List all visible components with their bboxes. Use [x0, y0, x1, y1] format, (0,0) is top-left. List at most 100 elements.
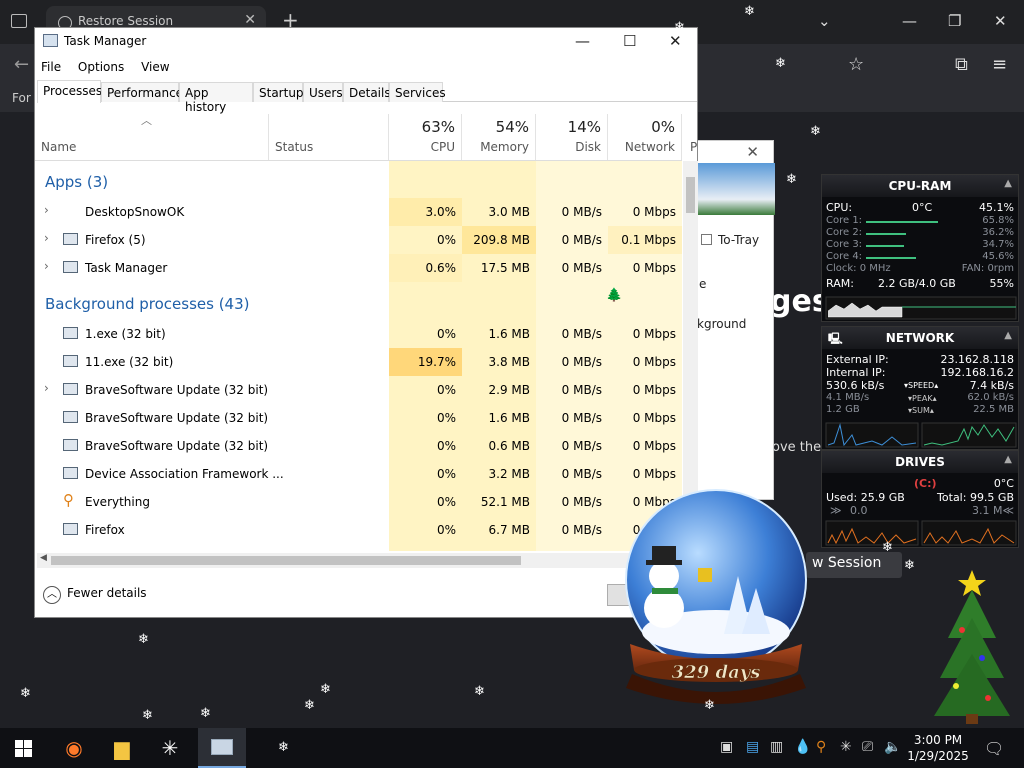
disk-cell: 0 MB/s [561, 261, 602, 275]
cpu-cell: 0.6% [425, 261, 457, 275]
snowflake-icon: ❄ [786, 172, 797, 187]
table-row[interactable]: ⚲ Everything 0% 52.1 MB 0 MB/s 0 Mbps [35, 488, 682, 516]
start-button[interactable] [15, 740, 32, 757]
table-row[interactable]: 1.exe (32 bit) 0% 1.6 MB 0 MB/s 0 Mbps [35, 320, 682, 348]
snowflake-app-icon: ✳ [63, 200, 77, 219]
table-row[interactable]: BraveSoftware Update (32 bit) 0% 1.6 MB 0 M… [35, 404, 682, 432]
mem-cell: 1.6 MB [488, 411, 530, 425]
gadget-title: CPU-RAM ▲ [822, 175, 1018, 197]
scroll-left-icon[interactable]: ◀ [40, 553, 47, 563]
chevron-down-icon[interactable]: ⌄ [818, 12, 831, 30]
table-row[interactable]: › ✳ DesktopSnowOK 3.0% 3.0 MB 0 MB/s 0 Mbps [35, 198, 682, 226]
system-clock[interactable]: 3:00 PM 1/29/2025 [906, 732, 970, 764]
snowflake-icon: ❄ [904, 558, 915, 573]
mem-cell: 2.9 MB [488, 383, 530, 397]
sort-up-icon: ︿ [141, 114, 152, 127]
window-title: Task Manager [43, 34, 146, 48]
core-row: Core 2: 36.2% [822, 227, 1018, 239]
file-explorer-icon[interactable]: ▆ [98, 728, 146, 768]
minimize-button[interactable]: — [902, 12, 917, 30]
notification-icon[interactable]: 🗨 [984, 739, 1004, 758]
firefox-taskbar-icon[interactable]: ◉ [50, 728, 98, 768]
tab-users[interactable]: Users [303, 82, 343, 102]
mem-cell: 6.7 MB [488, 523, 530, 537]
close-icon[interactable]: ✕ [746, 143, 759, 161]
menu-view[interactable]: View [141, 60, 169, 74]
browser-tab-title: Restore Session [78, 14, 174, 28]
table-row[interactable]: › Task Manager 0.6% 17.5 MB 0 MB/s 0 Mbps [35, 254, 682, 282]
minimize-button[interactable]: — [575, 32, 590, 50]
fewer-details-button[interactable]: ︿ Fewer details [43, 586, 147, 604]
tab-performance[interactable]: Performance [101, 82, 183, 102]
horizontal-scrollbar[interactable]: ◀ [37, 553, 697, 568]
column-header-power[interactable]: P [682, 114, 698, 160]
table-row[interactable]: › Firefox (5) 0% 209.8 MB 0 MB/s 0.1 Mbps [35, 226, 682, 254]
gadget-title: DRIVES ▲ [822, 451, 1018, 473]
menu-icon[interactable]: ≡ [992, 54, 1007, 75]
net-cell: 0 Mbps [632, 355, 676, 369]
internal-ip-value: 192.168.16.2 [940, 366, 1014, 379]
back-arrow-icon[interactable]: ← [14, 54, 29, 75]
cpu-cell: 3.0% [425, 205, 457, 219]
tab-details[interactable]: Details [343, 82, 391, 102]
everything-search-icon[interactable]: ⚲ [816, 739, 826, 755]
background-group-header[interactable]: Background processes (43) [45, 295, 250, 313]
sum-down: 1.2 GB [826, 404, 860, 415]
column-header-cpu[interactable]: 63% CPU [389, 114, 462, 160]
network-icon[interactable]: ⎚ [862, 739, 873, 755]
volume-icon[interactable]: 🔈 [884, 739, 901, 755]
task-manager-tray-icon[interactable]: ▣ [720, 739, 733, 755]
bookmark-star-icon[interactable]: ☆ [848, 54, 864, 75]
task-manager-taskbar-icon[interactable] [198, 728, 246, 768]
gadget-title-text: NETWORK [885, 331, 955, 345]
process-name: DesktopSnowOK [85, 205, 185, 219]
network-monitor-tray-icon[interactable]: ▥ [770, 739, 783, 755]
collapse-icon[interactable]: ▲ [1004, 330, 1012, 341]
expand-chevron-icon[interactable]: › [44, 203, 49, 217]
scroll-thumb[interactable] [51, 556, 521, 565]
apps-group-header[interactable]: Apps (3) [45, 173, 108, 191]
expand-chevron-icon[interactable]: › [44, 231, 49, 245]
desktop-snow-icon[interactable]: ✳ [146, 728, 194, 768]
table-row[interactable]: 11.exe (32 bit) 19.7% 3.8 MB 0 MB/s 0 Mbps [35, 348, 682, 376]
column-header-network[interactable]: 0% Network [608, 114, 682, 160]
cpu-label: CPU [430, 140, 455, 154]
tab-close-icon[interactable]: ✕ [244, 12, 256, 28]
table-row[interactable]: Device Association Framework ... 0% 3.2 MB… [35, 460, 682, 488]
process-name: Firefox (5) [85, 233, 146, 247]
extensions-icon[interactable]: ⧉ [955, 54, 968, 75]
maximize-button[interactable]: ☐ [623, 32, 636, 50]
collapse-icon[interactable]: ▲ [1004, 178, 1012, 189]
collapse-icon[interactable]: ▲ [1004, 454, 1012, 465]
column-header-memory[interactable]: 54% Memory [462, 114, 536, 160]
restore-button[interactable]: ❐ [948, 12, 961, 30]
water-drop-icon[interactable]: 💧 [794, 739, 811, 755]
task-manager-icon [43, 34, 58, 47]
tab-processes[interactable]: Processes [37, 80, 102, 103]
process-name: Everything [85, 495, 150, 509]
cpu-total: 63% [421, 118, 455, 136]
bookmark-label[interactable]: For [12, 91, 31, 105]
storage-tray-icon[interactable]: ▤ [746, 739, 759, 755]
scroll-thumb[interactable] [686, 177, 695, 213]
expand-chevron-icon[interactable]: › [44, 259, 49, 273]
menu-file[interactable]: File [41, 60, 61, 74]
table-row[interactable]: › BraveSoftware Update (32 bit) 0% 2.9 MB 0 … [35, 376, 682, 404]
core-label: Core 3: [826, 239, 863, 250]
tab-startup[interactable]: Startup [253, 82, 304, 102]
tab-services[interactable]: Services [389, 82, 446, 102]
menu-options[interactable]: Options [78, 60, 124, 74]
tab-list-icon[interactable] [11, 14, 27, 28]
table-row[interactable]: BraveSoftware Update (32 bit) 0% 0.6 MB 0 M… [35, 432, 682, 460]
to-tray-button[interactable]: To-Tray [701, 233, 759, 247]
close-button[interactable]: ✕ [994, 12, 1007, 30]
snow-globe-widget[interactable]: 329 days [612, 484, 822, 714]
snow-tray-icon[interactable]: ✳ [840, 739, 852, 755]
column-header-disk[interactable]: 14% Disk [536, 114, 608, 160]
column-header-name[interactable]: Name [41, 140, 76, 154]
expand-chevron-icon[interactable]: › [44, 381, 49, 395]
table-row[interactable] [35, 544, 682, 551]
snowflake-icon: ❄ [304, 698, 315, 713]
table-row[interactable]: Firefox0%6.7 MB0 MB/s0 Mbps [35, 516, 682, 544]
tab-app-history[interactable]: App history [179, 82, 253, 114]
